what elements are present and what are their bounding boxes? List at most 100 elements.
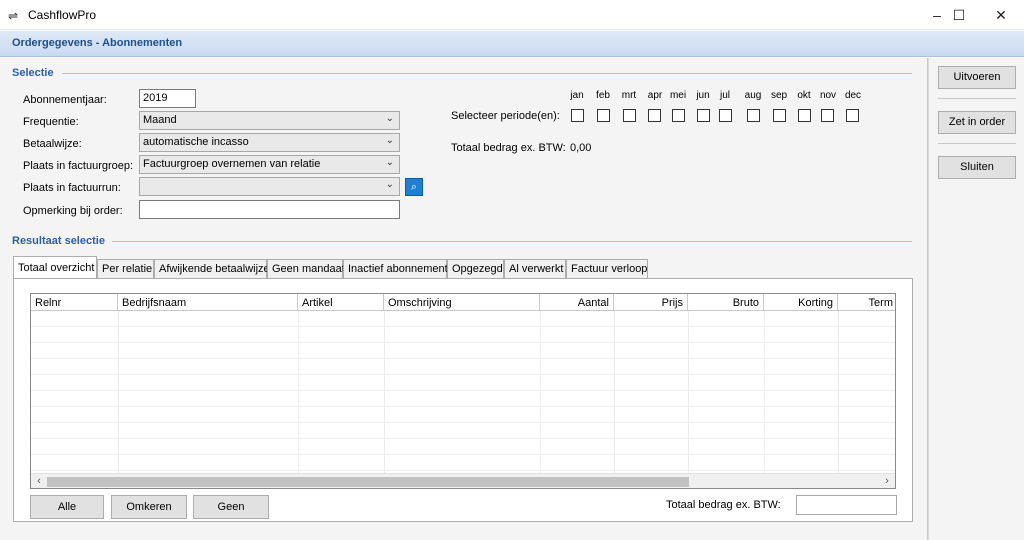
checkbox-jun[interactable] (697, 109, 710, 122)
month-label-okt: okt (797, 90, 811, 101)
checkbox-mei[interactable] (672, 109, 685, 122)
side-divider (938, 98, 1016, 99)
resultaat-title: Resultaat selectie (12, 235, 105, 247)
opmerking-label: Opmerking bij order: (23, 205, 123, 217)
frequentie-select[interactable]: Maand ⌄ (139, 111, 400, 130)
chevron-down-icon: ⌄ (385, 135, 394, 146)
factuurrun-select[interactable]: ⌄ (139, 177, 400, 196)
month-label-aug: aug (744, 90, 762, 101)
checkbox-jul[interactable] (719, 109, 732, 122)
table-row[interactable] (31, 423, 895, 439)
checkbox-mrt[interactable] (623, 109, 636, 122)
checkbox-nov[interactable] (821, 109, 834, 122)
column-header-omschrijving[interactable]: Omschrijving (384, 294, 540, 311)
selectie-title: Selectie (12, 67, 54, 79)
checkbox-sep[interactable] (773, 109, 786, 122)
factuurgroep-value: Factuurgroep overnemen van relatie (143, 158, 321, 170)
table-row[interactable] (31, 375, 895, 391)
table-row[interactable] (31, 327, 895, 343)
chevron-down-icon: ⌄ (385, 157, 394, 168)
close-button[interactable]: ✕ (978, 0, 1024, 30)
resultaat-divider (112, 241, 912, 242)
month-label-nov: nov (819, 90, 837, 101)
column-header-korting[interactable]: Korting (764, 294, 838, 311)
table-row[interactable] (31, 359, 895, 375)
month-label-mei: mei (669, 90, 687, 101)
tab-geen-mandaat[interactable]: Geen mandaat (267, 259, 345, 278)
checkbox-jan[interactable] (571, 109, 584, 122)
column-header-aantal[interactable]: Aantal (540, 294, 614, 311)
tab-al-verwerkt[interactable]: Al verwerkt (504, 259, 566, 278)
month-label-dec: dec (844, 90, 862, 101)
column-divider (118, 311, 119, 473)
chevron-down-icon: ⌄ (385, 113, 394, 124)
table-row[interactable] (31, 439, 895, 455)
chevron-down-icon: ⌄ (385, 179, 394, 190)
zet-in-order-button[interactable]: Zet in order (938, 111, 1016, 134)
betaalwijze-value: automatische incasso (143, 136, 249, 148)
checkbox-feb[interactable] (597, 109, 610, 122)
omkeren-button[interactable]: Omkeren (111, 495, 187, 519)
scrollbar-thumb[interactable] (47, 477, 689, 487)
tab-factuur-verloop[interactable]: Factuur verloop (566, 259, 648, 278)
checkbox-dec[interactable] (846, 109, 859, 122)
tab-totaal-overzicht[interactable]: Totaal overzicht (13, 256, 97, 279)
tab-opgezegd[interactable]: Opgezegd (447, 259, 504, 278)
factuurgroep-select[interactable]: Factuurgroep overnemen van relatie ⌄ (139, 155, 400, 174)
tab-afwijkende-betaalwijze[interactable]: Afwijkende betaalwijze (154, 259, 270, 278)
checkbox-okt[interactable] (798, 109, 811, 122)
title-bar: ⇌ CashflowPro – ☐ ✕ (0, 0, 1024, 30)
uitvoeren-button[interactable]: Uitvoeren (938, 66, 1016, 89)
sluiten-button[interactable]: Sluiten (938, 156, 1016, 179)
chevron-left-icon[interactable]: ‹ (31, 475, 47, 488)
column-divider (838, 311, 839, 473)
betaalwijze-select[interactable]: automatische incasso ⌄ (139, 133, 400, 152)
month-label-jul: jul (719, 90, 730, 101)
column-divider (614, 311, 615, 473)
column-divider (384, 311, 385, 473)
table-row[interactable] (31, 407, 895, 423)
selectie-divider (62, 73, 912, 74)
checkbox-aug[interactable] (747, 109, 760, 122)
column-header-artikel[interactable]: Artikel (298, 294, 384, 311)
horizontal-scrollbar[interactable]: ‹ › (31, 473, 895, 488)
tab-inactief-abonnement[interactable]: Inactief abonnement (343, 259, 448, 278)
alle-button[interactable]: Alle (30, 495, 104, 519)
column-header-bedrijfsnaam[interactable]: Bedrijfsnaam (118, 294, 298, 311)
column-header-term[interactable]: Term (838, 294, 895, 311)
table-row[interactable] (31, 455, 895, 471)
results-grid[interactable]: Relnr Bedrijfsnaam Artikel Omschrijving … (30, 293, 896, 489)
table-row[interactable] (31, 343, 895, 359)
window-title: CashflowPro (28, 8, 97, 22)
resultaat-totaal-field (796, 495, 897, 515)
column-divider (688, 311, 689, 473)
periode-label: Selecteer periode(en): (451, 110, 560, 122)
side-divider (938, 143, 1016, 144)
resultaat-totaal-label: Totaal bedrag ex. BTW: (666, 499, 781, 511)
column-divider (540, 311, 541, 473)
checkbox-apr[interactable] (648, 109, 661, 122)
geen-button[interactable]: Geen (193, 495, 269, 519)
app-icon: ⇌ (8, 9, 19, 23)
table-row[interactable] (31, 311, 895, 327)
column-header-relnr[interactable]: Relnr (31, 294, 118, 311)
column-header-bruto[interactable]: Bruto (688, 294, 764, 311)
frequentie-label: Frequentie: (23, 116, 79, 128)
betaalwijze-label: Betaalwijze: (23, 138, 82, 150)
tab-per-relatie[interactable]: Per relatie (97, 259, 154, 278)
factuurrun-label: Plaats in factuurrun: (23, 182, 121, 194)
month-label-sep: sep (770, 90, 788, 101)
grid-header: Relnr Bedrijfsnaam Artikel Omschrijving … (31, 294, 895, 311)
table-row[interactable] (31, 391, 895, 407)
maximize-button[interactable]: ☐ (936, 0, 982, 30)
opmerking-input[interactable] (139, 200, 400, 219)
month-label-jun: jun (696, 90, 710, 101)
totaal-value: 0,00 (570, 142, 592, 154)
search-icon[interactable]: ⌕ (405, 178, 423, 196)
column-header-prijs[interactable]: Prijs (614, 294, 688, 311)
abonnementjaar-input[interactable]: 2019 (139, 89, 196, 108)
chevron-right-icon[interactable]: › (879, 475, 895, 488)
month-label-feb: feb (596, 90, 610, 101)
frequentie-value: Maand (143, 114, 177, 126)
month-label-jan: jan (570, 90, 584, 101)
